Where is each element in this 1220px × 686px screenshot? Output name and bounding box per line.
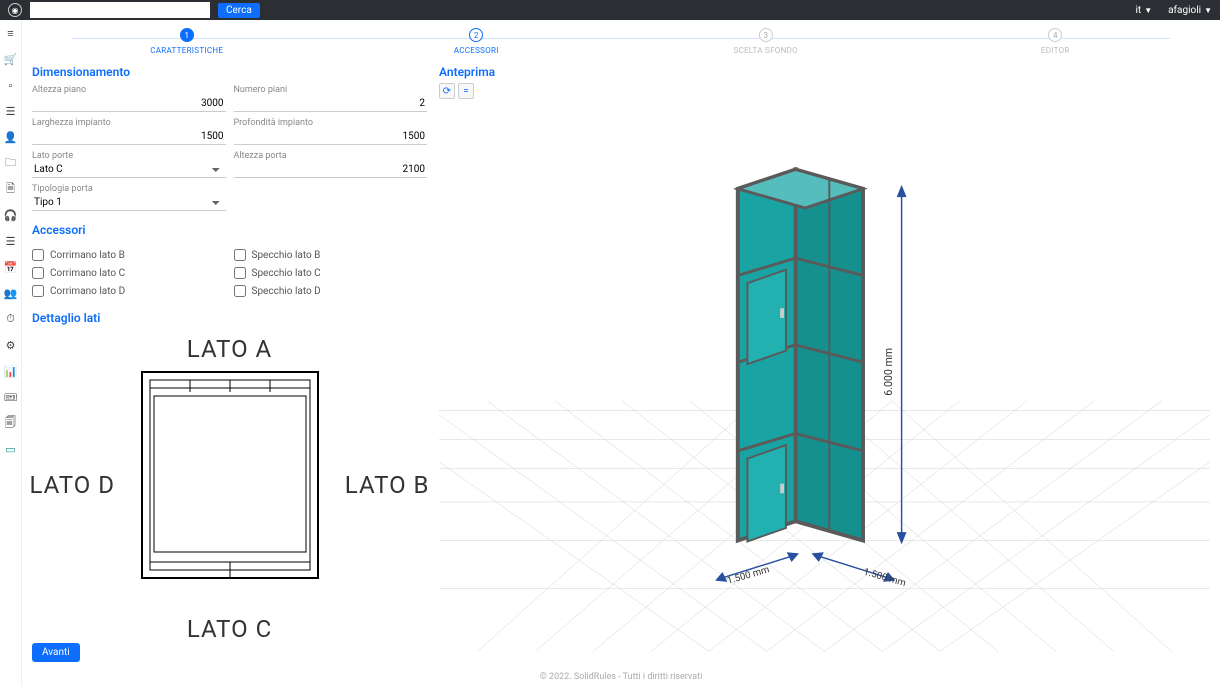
lati-diagram: LATO A LATO B LATO C LATO D [50,335,410,635]
altezza-porta-input[interactable] [234,162,428,178]
doc-icon[interactable]: 🗎 [4,182,18,196]
preview-3d-viewport[interactable]: 6.000 mm 1.500 mm [439,103,1210,660]
headset-icon[interactable]: 🎧 [4,208,18,222]
preview-icon[interactable]: ▭ [4,442,18,456]
numero-piani-label: Numero piani [234,85,428,95]
rows-icon[interactable]: ☰ [4,234,18,248]
topbar: ◉ Cerca it▼ afagioli▼ [0,0,1220,20]
stepper: 1 CARATTERISTICHE 2 ACCESSORI 3 SCELTA S… [22,20,1220,57]
lato-porte-select[interactable]: Lato C [32,162,226,178]
lato-porte-label: Lato porte [32,151,226,161]
dettaglio-title: Dettaglio lati [32,311,427,325]
search-input[interactable] [30,2,210,18]
chevron-down-icon: ▼ [1144,6,1152,15]
height-measure: 6.000 mm [882,348,895,396]
depth-measure: 1.500 mm [862,567,907,590]
language-selector[interactable]: it▼ [1135,5,1152,16]
larghezza-label: Larghezza impianto [32,118,226,128]
specchio-d-check[interactable]: Specchio lato D [234,285,428,297]
app-logo-icon: ◉ [8,3,22,17]
sliders-icon[interactable]: ⚙ [4,338,18,352]
corrimano-d-check[interactable]: Corrimano lato D [32,285,226,297]
anteprima-title: Anteprima [439,65,495,79]
altezza-porta-label: Altezza porta [234,151,428,161]
gauge-icon[interactable]: ⏱ [4,312,18,326]
width-measure: 1.500 mm [726,564,771,587]
list-icon[interactable]: ☰ [4,104,18,118]
step-sfondo: 3 SCELTA SFONDO [621,28,911,55]
calendar-icon[interactable]: 📅 [4,260,18,274]
chevron-down-icon: ▼ [1204,6,1212,15]
lato-a-label: LATO A [187,335,272,363]
lato-d-label: LATO D [30,471,116,499]
rotate-button[interactable]: ⟳ [439,83,455,99]
altezza-piano-label: Altezza piano [32,85,226,95]
footer-text: © 2022. SolidRules - Tutti i diritti ris… [22,668,1220,686]
profondita-label: Profondità impianto [234,118,428,128]
step-editor: 4 EDITOR [911,28,1201,55]
step-caratteristiche[interactable]: 1 CARATTERISTICHE [42,28,332,55]
numero-piani-input[interactable] [234,96,428,112]
user-menu[interactable]: afagioli▼ [1168,5,1212,16]
search-button[interactable]: Cerca [218,3,260,18]
step-accessori[interactable]: 2 ACCESSORI [332,28,622,55]
reset-view-button[interactable]: = [458,83,474,99]
people-icon[interactable]: 👥 [4,286,18,300]
accessori-title: Accessori [32,223,427,237]
profondita-input[interactable] [234,129,428,145]
larghezza-input[interactable] [32,129,226,145]
cart-icon[interactable]: 🛒 [4,52,18,66]
altezza-piano-input[interactable] [32,96,226,112]
corrimano-c-check[interactable]: Corrimano lato C [32,267,226,279]
tipologia-select[interactable]: Tipo 1 [32,195,226,211]
specchio-c-check[interactable]: Specchio lato C [234,267,428,279]
lato-b-label: LATO B [345,471,430,499]
avanti-button[interactable]: Avanti [32,643,80,662]
user-icon[interactable]: 👤 [4,130,18,144]
dimensionamento-title: Dimensionamento [32,65,427,79]
menu-icon[interactable]: ≡ [4,26,18,40]
chart-icon[interactable]: 📊 [4,364,18,378]
lato-c-label: LATO C [187,615,272,643]
sidebar: ≡ 🛒 ▫ ☰ 👤 🗀 🗎 🎧 ☰ 📅 👥 ⏱ ⚙ 📊 🎟 🗐 ▭ [0,20,22,686]
folder-icon[interactable]: 🗀 [4,156,18,170]
tipologia-label: Tipologia porta [32,184,226,194]
specchio-b-check[interactable]: Specchio lato B [234,249,428,261]
ticket-icon[interactable]: 🎟 [4,390,18,404]
box-icon[interactable]: ▫ [4,78,18,92]
page-icon[interactable]: 🗐 [4,416,18,430]
corrimano-b-check[interactable]: Corrimano lato B [32,249,226,261]
